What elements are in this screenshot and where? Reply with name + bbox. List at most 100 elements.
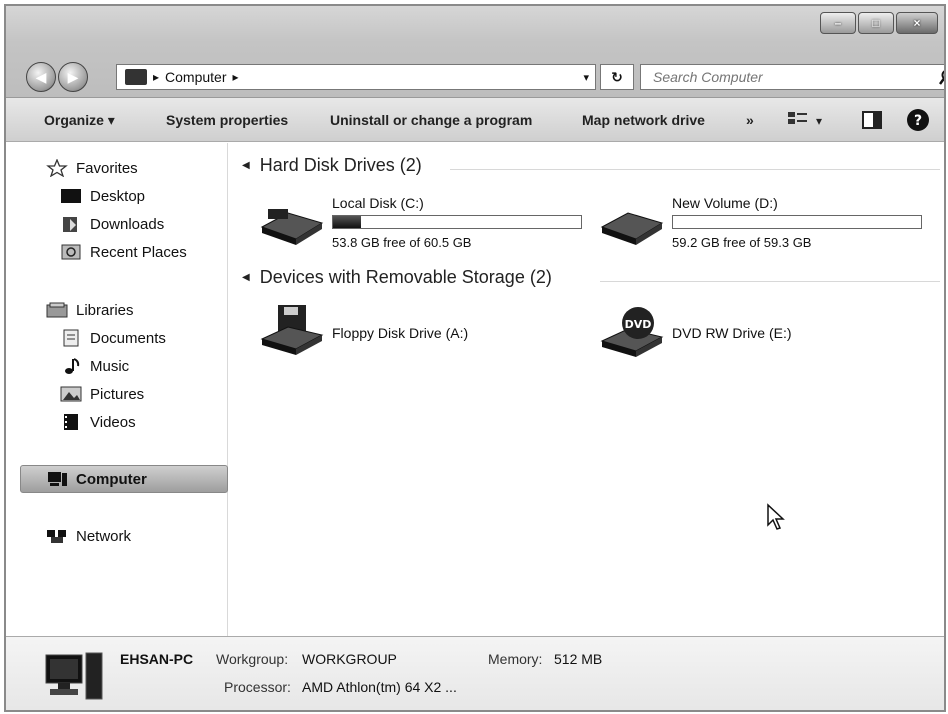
system-properties-button[interactable]: System properties bbox=[166, 112, 288, 128]
sidebar-item-label: Libraries bbox=[76, 301, 134, 319]
preview-pane-button[interactable] bbox=[862, 110, 882, 133]
search-box[interactable] bbox=[640, 64, 946, 90]
sidebar-item-label: Desktop bbox=[90, 187, 146, 205]
explorer-window: – □ × ◀ ▶ ▸ Computer ▸ ▾ ↻ Search Comput… bbox=[4, 4, 946, 712]
drive-item-e[interactable]: DVD DVD RW Drive (E:) bbox=[598, 301, 898, 361]
sidebar-item-network[interactable]: Network bbox=[46, 525, 131, 547]
navigation-row: ◀ ▶ ▸ Computer ▸ ▾ ↻ bbox=[26, 60, 946, 92]
map-network-drive-button[interactable]: Map network drive bbox=[582, 112, 705, 128]
capacity-bar-fill bbox=[333, 216, 361, 228]
address-dropdown-icon[interactable]: ▾ bbox=[583, 71, 589, 84]
pictures-icon bbox=[60, 386, 82, 402]
downloads-icon bbox=[63, 217, 77, 232]
breadcrumb-separator-2[interactable]: ▸ bbox=[233, 70, 239, 84]
sidebar-item-label: Videos bbox=[90, 413, 136, 431]
drive-name: Local Disk (C:) bbox=[332, 195, 424, 211]
view-options-icon: ▾ bbox=[788, 112, 822, 128]
refresh-button[interactable]: ↻ bbox=[600, 64, 634, 90]
documents-icon bbox=[63, 329, 79, 347]
sidebar-item-label: Documents bbox=[90, 329, 166, 347]
sidebar-item-libraries[interactable]: Libraries bbox=[46, 299, 134, 321]
workgroup-label: Workgroup: bbox=[216, 651, 289, 667]
capacity-bar bbox=[672, 215, 922, 229]
navigation-pane: Favorites Desktop Downloads Recent Place… bbox=[6, 143, 228, 636]
back-arrow-icon: ◀ bbox=[35, 68, 47, 85]
preview-pane-icon bbox=[862, 111, 882, 129]
svg-text:?: ? bbox=[914, 113, 922, 129]
chevron-down-icon: ▾ bbox=[107, 112, 115, 128]
drive-name: Floppy Disk Drive (A:) bbox=[332, 325, 469, 341]
music-note-icon bbox=[65, 358, 80, 374]
sidebar-item-recent-places[interactable]: Recent Places bbox=[60, 241, 187, 263]
desktop-icon bbox=[61, 189, 81, 203]
command-bar: Organize ▾ System properties Uninstall o… bbox=[6, 98, 944, 142]
memory-label: Memory: bbox=[488, 651, 543, 667]
search-input[interactable] bbox=[653, 69, 923, 85]
recent-places-icon bbox=[61, 244, 81, 260]
views-dropdown-icon: ▾ bbox=[816, 114, 822, 128]
drive-item-a[interactable]: Floppy Disk Drive (A:) bbox=[258, 301, 558, 361]
star-icon bbox=[46, 159, 68, 177]
search-icon[interactable] bbox=[939, 69, 946, 85]
address-bar[interactable]: ▸ Computer ▸ ▾ bbox=[116, 64, 596, 90]
free-space-text: 59.2 GB free of 59.3 GB bbox=[672, 235, 812, 250]
sidebar-item-pictures[interactable]: Pictures bbox=[60, 383, 144, 405]
sidebar-item-label: Music bbox=[90, 357, 130, 375]
forward-arrow-icon: ▶ bbox=[67, 68, 79, 85]
organize-button[interactable]: Organize ▾ bbox=[44, 112, 115, 129]
uninstall-program-button[interactable]: Uninstall or change a program bbox=[330, 112, 532, 128]
sidebar-item-computer[interactable]: Computer bbox=[46, 468, 147, 490]
group-header-hard-disks[interactable]: ◀ Hard Disk Drives (2) bbox=[242, 155, 422, 176]
window-controls: – □ × bbox=[820, 12, 938, 34]
computer-icon bbox=[125, 69, 147, 85]
sidebar-item-label: Network bbox=[76, 527, 132, 545]
group-header-removable-storage[interactable]: ◀ Devices with Removable Storage (2) bbox=[242, 267, 552, 288]
breadcrumb-separator[interactable]: ▸ bbox=[153, 70, 159, 84]
drive-item-c[interactable]: Local Disk (C:) 53.8 GB free of 60.5 GB bbox=[258, 191, 588, 251]
workgroup-value: WORKGROUP bbox=[302, 651, 397, 667]
processor-value: AMD Athlon(tm) 64 X2 ... bbox=[302, 679, 457, 695]
collapse-triangle-icon: ◀ bbox=[242, 160, 250, 171]
mouse-pointer-icon bbox=[767, 503, 785, 530]
minimize-button[interactable]: – bbox=[820, 12, 856, 34]
content-pane: ◀ Hard Disk Drives (2) Local Disk (C:) 5… bbox=[230, 143, 944, 636]
more-commands-button[interactable]: » bbox=[746, 112, 754, 128]
memory-value: 512 MB bbox=[554, 651, 603, 667]
computer-icon bbox=[48, 472, 67, 486]
drive-name: New Volume (D:) bbox=[672, 195, 778, 211]
drive-item-d[interactable]: New Volume (D:) 59.2 GB free of 59.3 GB bbox=[598, 191, 938, 251]
sidebar-item-music[interactable]: Music bbox=[60, 355, 129, 377]
network-icon bbox=[47, 530, 66, 543]
group-divider bbox=[600, 281, 940, 282]
sidebar-item-downloads[interactable]: Downloads bbox=[60, 213, 164, 235]
group-title: Hard Disk Drives (2) bbox=[259, 155, 422, 175]
sidebar-item-videos[interactable]: Videos bbox=[60, 411, 136, 433]
sidebar-item-label: Computer bbox=[76, 470, 147, 488]
maximize-button[interactable]: □ bbox=[858, 12, 894, 34]
sidebar-item-favorites[interactable]: Favorites bbox=[46, 157, 138, 179]
computer-name: EHSAN-PC bbox=[120, 651, 194, 667]
sidebar-item-label: Pictures bbox=[90, 385, 145, 403]
organize-label: Organize bbox=[44, 112, 104, 128]
change-view-button[interactable]: ▾ bbox=[786, 110, 828, 133]
sidebar-item-documents[interactable]: Documents bbox=[60, 327, 166, 349]
floppy-drive-icon bbox=[260, 305, 324, 355]
group-divider bbox=[450, 169, 940, 170]
group-title: Devices with Removable Storage (2) bbox=[259, 267, 552, 287]
sidebar-item-desktop[interactable]: Desktop bbox=[60, 185, 145, 207]
help-icon: ? bbox=[907, 109, 929, 131]
details-pane: EHSAN-PC Workgroup: WORKGROUP Memory: 51… bbox=[6, 636, 944, 710]
forward-button[interactable]: ▶ bbox=[58, 62, 88, 92]
back-button[interactable]: ◀ bbox=[26, 62, 56, 92]
breadcrumb-computer[interactable]: Computer bbox=[165, 69, 226, 85]
videos-icon bbox=[64, 414, 78, 430]
sidebar-item-label: Downloads bbox=[90, 215, 165, 233]
capacity-bar bbox=[332, 215, 582, 229]
close-button[interactable]: × bbox=[896, 12, 938, 34]
hard-drive-icon bbox=[600, 212, 664, 245]
processor-label: Processor: bbox=[224, 679, 291, 695]
title-bar: – □ × ◀ ▶ ▸ Computer ▸ ▾ ↻ bbox=[6, 6, 944, 98]
libraries-icon bbox=[46, 302, 68, 318]
collapse-triangle-icon: ◀ bbox=[242, 272, 250, 283]
help-button[interactable]: ? bbox=[906, 108, 930, 135]
